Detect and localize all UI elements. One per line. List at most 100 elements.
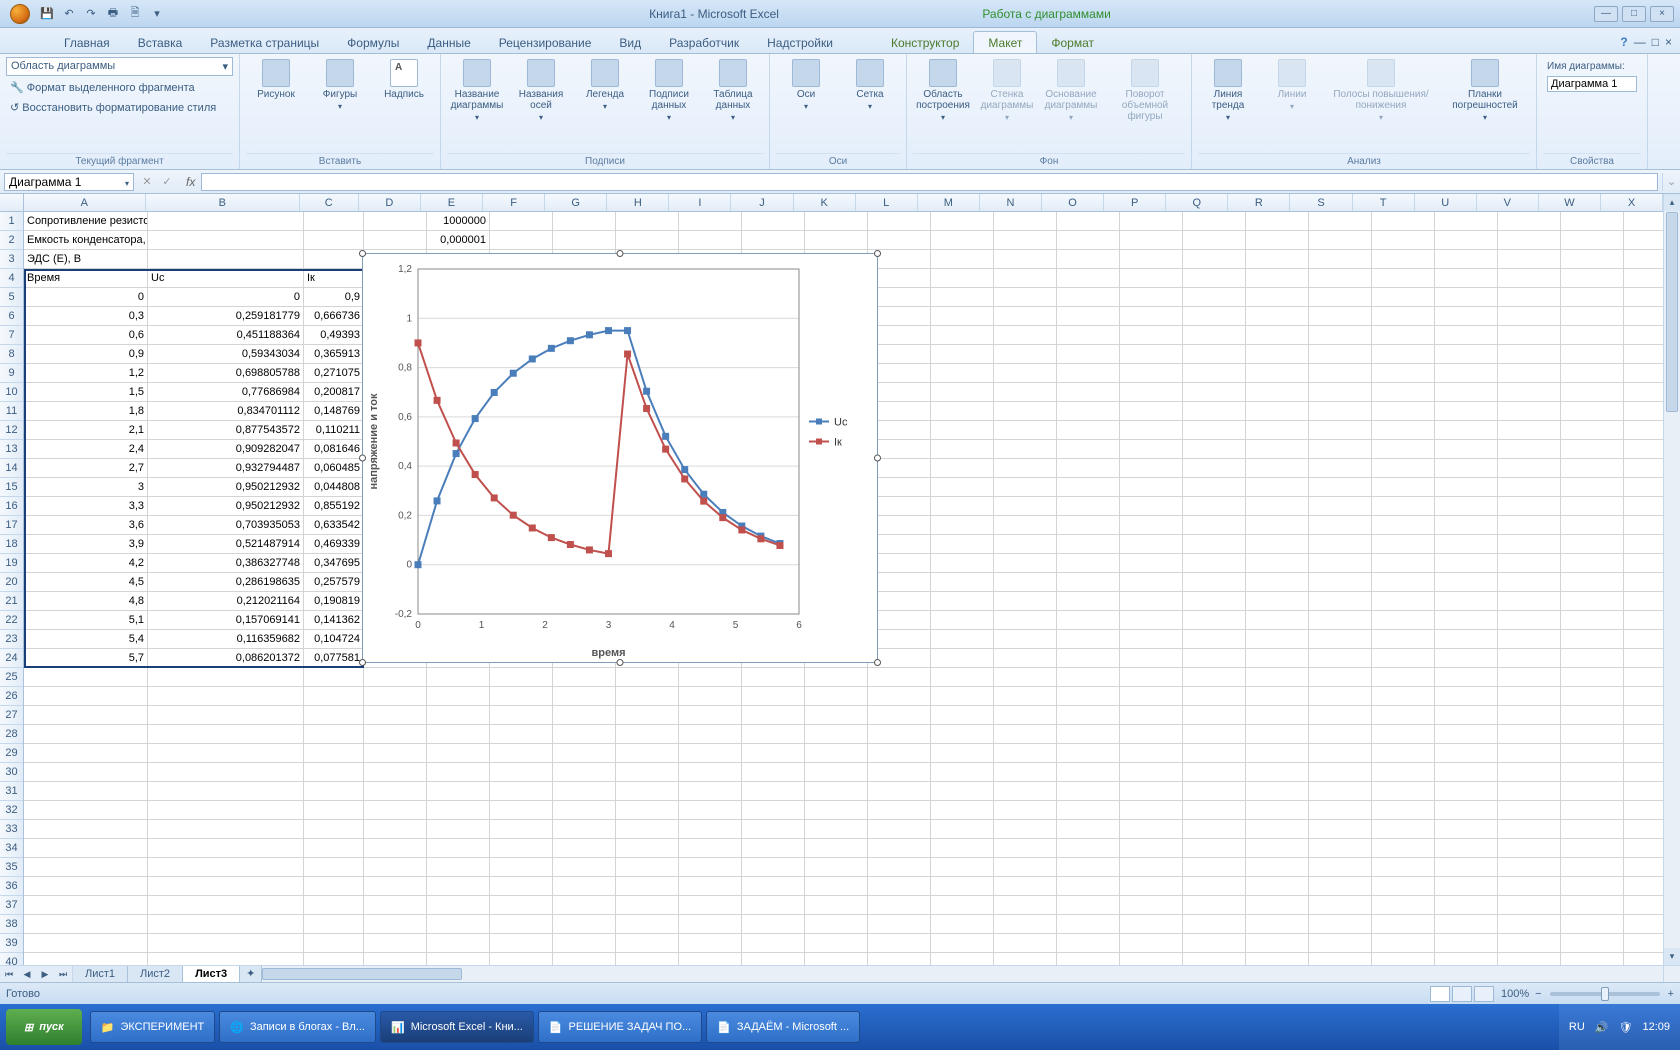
row-header-1[interactable]: 1 [0,212,23,231]
cell[interactable] [1498,934,1561,953]
cell[interactable] [994,630,1057,649]
cell[interactable] [1372,269,1435,288]
cell[interactable] [1435,839,1498,858]
cell[interactable] [994,212,1057,231]
cell[interactable] [1183,478,1246,497]
cell[interactable] [1372,611,1435,630]
cell[interactable] [679,801,742,820]
cell[interactable] [427,782,490,801]
cell[interactable] [553,896,616,915]
cell[interactable] [364,934,427,953]
cell[interactable] [1561,269,1624,288]
cell[interactable] [553,934,616,953]
cell[interactable] [1246,668,1309,687]
cell[interactable] [931,934,994,953]
cell[interactable] [1246,231,1309,250]
chart-floor-button[interactable]: Основание диаграммы [1041,57,1101,124]
cell[interactable] [490,706,553,725]
cell-B8[interactable]: 0,59343034 [148,345,304,364]
cell[interactable] [805,231,868,250]
legend-button[interactable]: Легенда [575,57,635,113]
cell[interactable] [616,820,679,839]
cell[interactable] [1372,459,1435,478]
cell[interactable] [364,687,427,706]
col-header-B[interactable]: B [146,194,300,211]
cell[interactable] [1561,326,1624,345]
cell[interactable] [1309,877,1372,896]
cell[interactable] [553,212,616,231]
col-header-O[interactable]: O [1042,194,1104,211]
cell[interactable] [1120,440,1183,459]
clock[interactable]: 12:09 [1642,1021,1670,1033]
cell[interactable] [931,725,994,744]
cell[interactable] [553,725,616,744]
cell[interactable] [1183,592,1246,611]
cell[interactable] [1183,706,1246,725]
row-header-25[interactable]: 25 [0,668,23,687]
cell[interactable] [304,801,364,820]
cell[interactable] [1309,668,1372,687]
cell[interactable] [1372,801,1435,820]
cell[interactable] [994,820,1057,839]
preview-icon[interactable]: 🗎 [126,5,144,23]
cell[interactable] [1498,725,1561,744]
row-header-17[interactable]: 17 [0,516,23,535]
cell-B10[interactable]: 0,77686984 [148,383,304,402]
cell[interactable] [805,725,868,744]
cell[interactable] [1561,440,1624,459]
page-layout-view-button[interactable] [1452,986,1472,1002]
cell[interactable] [616,687,679,706]
cell[interactable] [1057,801,1120,820]
3d-rotation-button[interactable]: Поворот объемной фигуры [1105,57,1185,124]
cell[interactable] [994,288,1057,307]
cell[interactable] [304,212,364,231]
cell[interactable] [1435,364,1498,383]
cell[interactable] [931,440,994,459]
cell[interactable] [1498,535,1561,554]
cell[interactable] [1498,573,1561,592]
cell-C9[interactable]: 0,271075 [304,364,364,383]
col-header-S[interactable]: S [1290,194,1352,211]
cell[interactable] [616,896,679,915]
cell-C4[interactable]: Iк [304,269,364,288]
tab-Разработчик[interactable]: Разработчик [655,32,753,53]
cell[interactable] [1057,725,1120,744]
cell[interactable] [1057,459,1120,478]
cell[interactable] [1183,212,1246,231]
cell[interactable] [616,744,679,763]
cell[interactable] [1561,516,1624,535]
cell[interactable] [931,554,994,573]
cell[interactable] [994,364,1057,383]
cell[interactable] [1435,763,1498,782]
cell[interactable] [742,687,805,706]
cell[interactable] [1057,592,1120,611]
cell[interactable] [1561,649,1624,668]
cell[interactable] [304,706,364,725]
cell-C23[interactable]: 0,104724 [304,630,364,649]
cell[interactable] [364,763,427,782]
qat-dropdown-icon[interactable]: ▾ [148,5,166,23]
cell[interactable] [490,934,553,953]
cell[interactable] [994,250,1057,269]
row-header-3[interactable]: 3 [0,250,23,269]
col-header-V[interactable]: V [1477,194,1539,211]
cell-C14[interactable]: 0,060485 [304,459,364,478]
cell[interactable] [1435,915,1498,934]
cell[interactable] [1246,630,1309,649]
resize-handle[interactable] [617,659,624,666]
cell[interactable] [1309,516,1372,535]
cell[interactable] [1498,554,1561,573]
cell[interactable] [1246,288,1309,307]
cell[interactable] [1561,478,1624,497]
cell[interactable] [553,858,616,877]
cell[interactable] [1561,687,1624,706]
cell[interactable] [490,212,553,231]
cell[interactable] [1435,573,1498,592]
cell[interactable] [1183,877,1246,896]
cell[interactable] [1057,497,1120,516]
cell[interactable] [616,915,679,934]
cell[interactable] [1183,288,1246,307]
cell[interactable] [427,801,490,820]
cell[interactable] [1309,839,1372,858]
cell[interactable] [742,212,805,231]
